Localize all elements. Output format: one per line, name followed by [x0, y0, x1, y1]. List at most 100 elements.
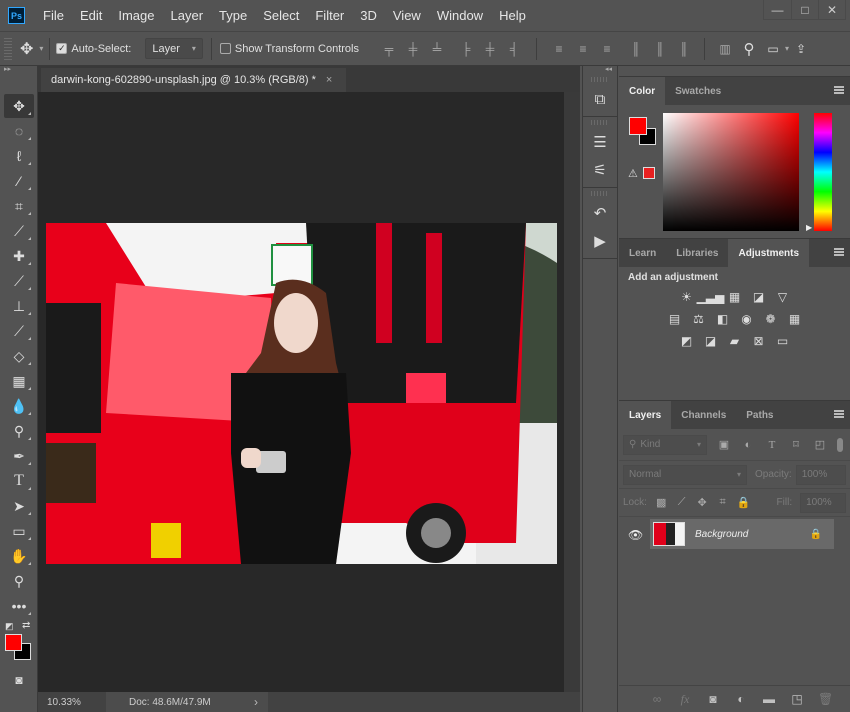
eraser-tool-icon[interactable]: ◇ [4, 344, 34, 368]
search-icon[interactable]: ⚲ [742, 41, 756, 58]
new-layer-icon[interactable]: ◳ [790, 692, 804, 706]
3d-panel-icon[interactable]: ⧉ [583, 85, 617, 113]
color-field[interactable] [663, 113, 799, 231]
fill-field[interactable]: 100% [800, 492, 846, 513]
type-tool-icon[interactable]: T [4, 469, 34, 493]
brushes-icon[interactable]: ⚟ [583, 156, 617, 184]
zoom-level[interactable]: 10.33% [38, 697, 106, 708]
filter-adjustment-icon[interactable]: ◐ [741, 439, 755, 451]
hand-tool-icon[interactable]: ✋ [4, 544, 34, 568]
menu-filter[interactable]: Filter [307, 8, 352, 23]
rectangle-tool-icon[interactable]: ▭ [4, 519, 34, 543]
show-transform-checkbox[interactable] [219, 43, 231, 54]
align-horizontal-center-icon[interactable]: ╪ [483, 42, 497, 56]
zoom-tool-icon[interactable]: ⚲ [4, 569, 34, 593]
lasso-tool-icon[interactable]: ℓ [4, 144, 34, 168]
tab-learn[interactable]: Learn [619, 239, 666, 267]
dodge-tool-icon[interactable]: ⚲ [4, 419, 34, 443]
tab-libraries[interactable]: Libraries [666, 239, 728, 267]
menu-type[interactable]: Type [211, 8, 255, 23]
vibrance-icon[interactable]: ▽ [775, 289, 791, 305]
share-icon[interactable]: ⇪ [794, 42, 808, 56]
swap-colors-icon[interactable]: ⇄ [22, 620, 30, 631]
blend-mode-dropdown[interactable]: Normal ▾ [623, 464, 747, 485]
menu-view[interactable]: View [385, 8, 429, 23]
filter-toggle[interactable] [837, 437, 843, 452]
collapse-panels-icon[interactable]: ◂◂ [583, 66, 617, 74]
new-group-folder-icon[interactable]: ▬ [762, 692, 776, 706]
brush-tool-icon[interactable]: ⟋ [4, 269, 34, 293]
selective-color-icon[interactable]: ⊠ [751, 333, 767, 349]
distribute-horizontal-center-icon[interactable]: ║ [653, 42, 667, 56]
menu-image[interactable]: Image [110, 8, 162, 23]
lock-image-pixels-icon[interactable]: ⟋ [675, 496, 687, 509]
foreground-color-swatch[interactable] [5, 634, 22, 651]
distribute-vertical-center-icon[interactable]: ≡ [576, 42, 590, 56]
history-icon[interactable]: ↶ [583, 199, 617, 227]
chevron-down-icon[interactable]: ▾ [785, 44, 789, 53]
move-tool-preset-icon[interactable]: ✥ [20, 39, 33, 59]
default-colors-icon[interactable]: ◩ [5, 621, 14, 632]
document-tab[interactable]: darwin-kong-602890-unsplash.jpg @ 10.3% … [41, 68, 346, 92]
link-layers-icon[interactable]: ∞ [650, 692, 664, 706]
channel-mixer-icon[interactable]: ❁ [763, 311, 779, 327]
menu-select[interactable]: Select [255, 8, 307, 23]
black-white-icon[interactable]: ◧ [715, 311, 731, 327]
filter-shape-icon[interactable]: ⌑ [789, 438, 803, 451]
auto-select-checkbox[interactable]: ✓ [56, 43, 68, 54]
tab-swatches[interactable]: Swatches [665, 77, 731, 105]
opacity-field[interactable]: 100% [795, 464, 846, 485]
menu-edit[interactable]: Edit [72, 8, 110, 23]
distribute-bottom-icon[interactable]: ≡ [600, 42, 614, 56]
hue-slider[interactable] [814, 113, 832, 231]
layer-filter-dropdown[interactable]: ⚲ Kind ▾ [623, 434, 707, 455]
hue-saturation-icon[interactable]: ▤ [667, 311, 683, 327]
gamut-color-swatch[interactable] [643, 167, 655, 179]
marquee-tool-icon[interactable]: ◌ [4, 119, 34, 143]
move-tool-icon[interactable]: ✥ [4, 94, 34, 118]
clone-stamp-tool-icon[interactable]: ⊥ [4, 294, 34, 318]
filter-type-icon[interactable]: T [765, 439, 779, 451]
curves-icon[interactable]: ▦ [727, 289, 743, 305]
lock-transparent-pixels-icon[interactable]: ▩ [655, 496, 667, 509]
eyedropper-tool-icon[interactable]: ⟋ [4, 219, 34, 243]
distribute-top-icon[interactable]: ≡ [552, 42, 566, 56]
menu-layer[interactable]: Layer [163, 8, 212, 23]
actions-play-icon[interactable]: ▶ [583, 227, 617, 255]
delete-layer-trash-icon[interactable]: 🗑 [818, 692, 833, 706]
exposure-icon[interactable]: ◪ [751, 289, 767, 305]
panel-menu-icon[interactable] [834, 248, 844, 256]
levels-icon[interactable]: ▁▃▅ [697, 289, 725, 305]
gradient-tool-icon[interactable]: ▦ [4, 369, 34, 393]
gradient-map-icon[interactable]: ▭ [775, 333, 791, 349]
color-lookup-icon[interactable]: ▦ [787, 311, 803, 327]
lock-artboard-icon[interactable]: ⌗ [716, 496, 728, 509]
menu-3d[interactable]: 3D [352, 8, 385, 23]
menu-help[interactable]: Help [491, 8, 534, 23]
tab-paths[interactable]: Paths [736, 401, 783, 429]
path-selection-tool-icon[interactable]: ➤ [4, 494, 34, 518]
filter-pixel-icon[interactable]: ▣ [717, 438, 731, 451]
workspace-icon[interactable]: ▭ [766, 42, 780, 56]
tab-layers[interactable]: Layers [619, 401, 672, 429]
crop-tool-icon[interactable]: ⌗ [4, 194, 34, 218]
auto-align-icon[interactable]: ▥ [718, 42, 732, 56]
history-brush-tool-icon[interactable]: ⟋ [4, 319, 34, 343]
quick-selection-tool-icon[interactable]: ⁄ [4, 169, 34, 193]
document-image[interactable] [46, 223, 557, 564]
lock-position-icon[interactable]: ✥ [696, 496, 708, 509]
add-mask-icon[interactable]: ◙ [706, 692, 720, 706]
threshold-icon[interactable]: ▰ [727, 333, 743, 349]
align-vertical-center-icon[interactable]: ╪ [406, 42, 420, 56]
blur-tool-icon[interactable]: 💧 [4, 394, 34, 418]
status-menu-arrow[interactable]: › [254, 695, 258, 709]
filter-smart-object-icon[interactable]: ◰ [813, 438, 827, 451]
menu-file[interactable]: File [35, 8, 72, 23]
menu-window[interactable]: Window [429, 8, 491, 23]
align-bottom-icon[interactable]: ╧ [430, 42, 444, 56]
new-adjustment-layer-icon[interactable]: ◐ [734, 692, 748, 706]
minimize-button[interactable]: — [764, 0, 791, 20]
invert-icon[interactable]: ◩ [679, 333, 695, 349]
foreground-color-swatch[interactable] [629, 117, 647, 135]
layer-lock-icon[interactable]: 🔒 [810, 529, 822, 540]
